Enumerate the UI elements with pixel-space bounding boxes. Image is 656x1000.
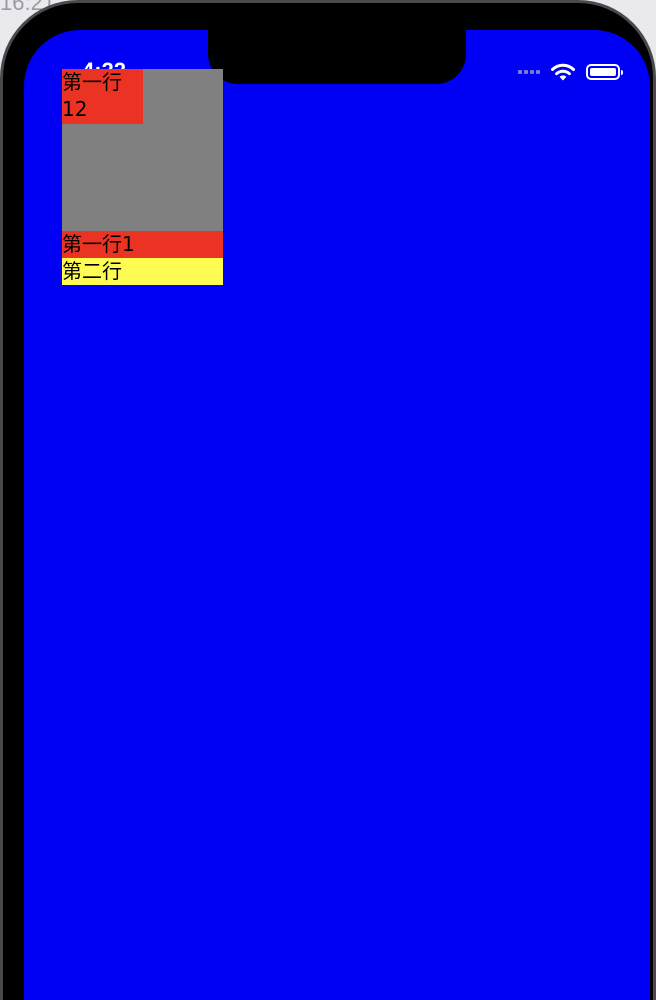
content-area: 第一行 12 第一行1 第二行 xyxy=(62,69,223,285)
label-line-2: 12 xyxy=(62,97,88,121)
cellular-signal-icon xyxy=(518,70,540,74)
row-2-text: 第二行 xyxy=(62,259,122,283)
red-multiline-label: 第一行 12 xyxy=(62,69,143,124)
device-frame: 4:22 第一行 12 第一行1 xyxy=(0,0,656,1000)
red-row-label: 第一行1 xyxy=(62,231,223,258)
status-bar-indicators xyxy=(518,62,623,82)
battery-icon xyxy=(586,64,623,80)
label-line-1: 第一行 xyxy=(62,70,122,94)
row-1-text: 第一行1 xyxy=(62,232,135,256)
gray-container-view: 第一行 12 xyxy=(62,69,223,231)
wifi-icon xyxy=(551,63,575,81)
yellow-row-label: 第二行 xyxy=(62,258,223,285)
app-screen: 4:22 第一行 12 第一行1 xyxy=(24,30,650,1000)
device-notch xyxy=(208,30,466,84)
